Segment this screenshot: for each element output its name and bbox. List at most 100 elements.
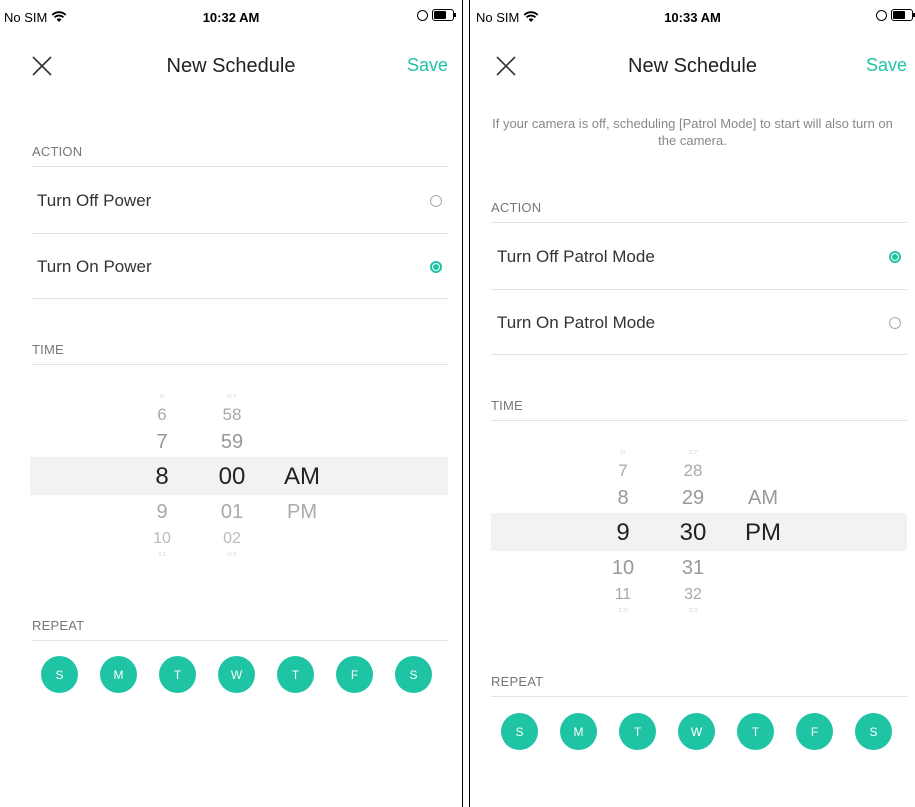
divider [32,166,448,167]
day-thursday[interactable]: T [737,713,774,750]
option-turn-on-power[interactable]: Turn On Power [32,235,448,299]
page-title: New Schedule [166,55,296,77]
hour-selected: 9 [616,519,630,546]
option-turn-off-power[interactable]: Turn Off Power [32,169,448,233]
radio-button-selected[interactable] [430,261,442,273]
time-section-label: TIME [32,342,64,357]
divider [32,364,448,365]
screen-patrol-schedule: No SIM 10:33 AM New Schedule Save If you… [470,0,915,807]
minute-value: 02 [223,530,241,547]
minute-value: 27 [687,449,698,455]
minute-value: 59 [220,431,244,453]
hour-value: 6 [157,405,167,424]
day-wednesday[interactable]: W [678,713,715,750]
minute-selected: 00 [218,463,246,490]
nav-bar: New Schedule Save [470,44,915,88]
hour-value: 9 [156,501,168,523]
divider [32,233,448,234]
hour-value: 11 [157,551,167,557]
minute-value: 33 [687,607,698,613]
repeat-days: S M T W T F S [501,713,892,750]
save-button[interactable]: Save [407,55,448,76]
period-value: PM [287,501,317,523]
day-friday[interactable]: F [336,656,373,693]
day-tuesday[interactable]: T [619,713,656,750]
status-bar: No SIM 10:33 AM [470,0,915,34]
nav-bar: New Schedule Save [0,44,462,88]
hour-value: 10 [611,557,635,579]
option-label: Turn Off Power [37,191,152,210]
divider [491,222,907,223]
option-turn-off-patrol[interactable]: Turn Off Patrol Mode [491,225,907,289]
minute-value: 28 [683,461,703,480]
hour-wheel[interactable]: 6 7 8 9 10 11 12 [593,447,653,617]
option-label: Turn On Power [37,257,152,276]
action-section-label: ACTION [32,144,83,159]
hour-selected: 8 [155,463,169,490]
battery-icon [891,9,915,21]
rotation-lock-icon [876,9,887,21]
day-monday[interactable]: M [100,656,137,693]
period-selected: PM [745,519,781,546]
patrol-notice: If your camera is off, scheduling [Patro… [492,116,893,148]
day-saturday[interactable]: S [395,656,432,693]
divider [491,696,907,697]
day-sunday[interactable]: S [501,713,538,750]
minute-value: 32 [684,586,702,603]
minute-value: 29 [681,487,705,509]
day-tuesday[interactable]: T [159,656,196,693]
day-sunday[interactable]: S [41,656,78,693]
status-time: 10:32 AM [202,10,260,25]
divider [491,289,907,290]
day-monday[interactable]: M [560,713,597,750]
minute-value: 31 [681,557,705,579]
time-picker[interactable]: 5 6 7 8 9 10 11 57 58 59 00 01 02 03 AM … [30,391,448,561]
save-button[interactable]: Save [866,55,907,76]
hour-value: 5 [159,393,165,399]
day-thursday[interactable]: T [277,656,314,693]
repeat-days: S M T W T F S [41,656,432,693]
hour-value: 11 [614,586,632,603]
time-picker[interactable]: 6 7 8 9 10 11 12 27 28 29 30 31 32 33 AM… [491,447,907,617]
minute-wheel[interactable]: 57 58 59 00 01 02 03 [202,391,262,561]
day-saturday[interactable]: S [855,713,892,750]
minute-value: 03 [226,551,237,557]
minute-selected: 30 [679,519,707,546]
rotation-lock-icon [417,9,428,21]
divider [491,420,907,421]
status-bar: No SIM 10:32 AM [0,0,462,34]
page-title: New Schedule [628,55,757,77]
hour-value: 12 [617,607,628,613]
option-turn-on-patrol[interactable]: Turn On Patrol Mode [491,291,907,355]
hour-value: 8 [617,487,629,509]
option-label: Turn On Patrol Mode [497,313,656,332]
divider [491,354,907,355]
repeat-section-label: REPEAT [491,674,544,689]
minute-value: 58 [222,405,242,424]
radio-button[interactable] [430,195,442,207]
option-label: Turn Off Patrol Mode [497,247,655,266]
ampm-wheel[interactable]: AM PM [733,447,793,617]
day-friday[interactable]: F [796,713,833,750]
radio-button-selected[interactable] [889,251,901,263]
divider [32,298,448,299]
radio-button[interactable] [889,317,901,329]
action-section-label: ACTION [491,200,542,215]
repeat-section-label: REPEAT [32,618,85,633]
ampm-wheel[interactable]: AM PM [272,391,332,561]
period-selected: AM [284,463,320,490]
screen-divider [462,0,470,807]
day-wednesday[interactable]: W [218,656,255,693]
status-time: 10:33 AM [664,10,721,25]
minute-wheel[interactable]: 27 28 29 30 31 32 33 [663,447,723,617]
hour-value: 7 [156,431,168,453]
hour-value: 7 [618,461,628,480]
time-section-label: TIME [491,398,523,413]
screen-power-schedule: No SIM 10:32 AM New Schedule Save ACTION… [0,0,462,807]
hour-value: 6 [620,449,626,455]
hour-wheel[interactable]: 5 6 7 8 9 10 11 [132,391,192,561]
minute-value: 01 [220,501,244,523]
minute-value: 57 [226,393,237,399]
period-value: AM [748,487,778,509]
divider [32,640,448,641]
